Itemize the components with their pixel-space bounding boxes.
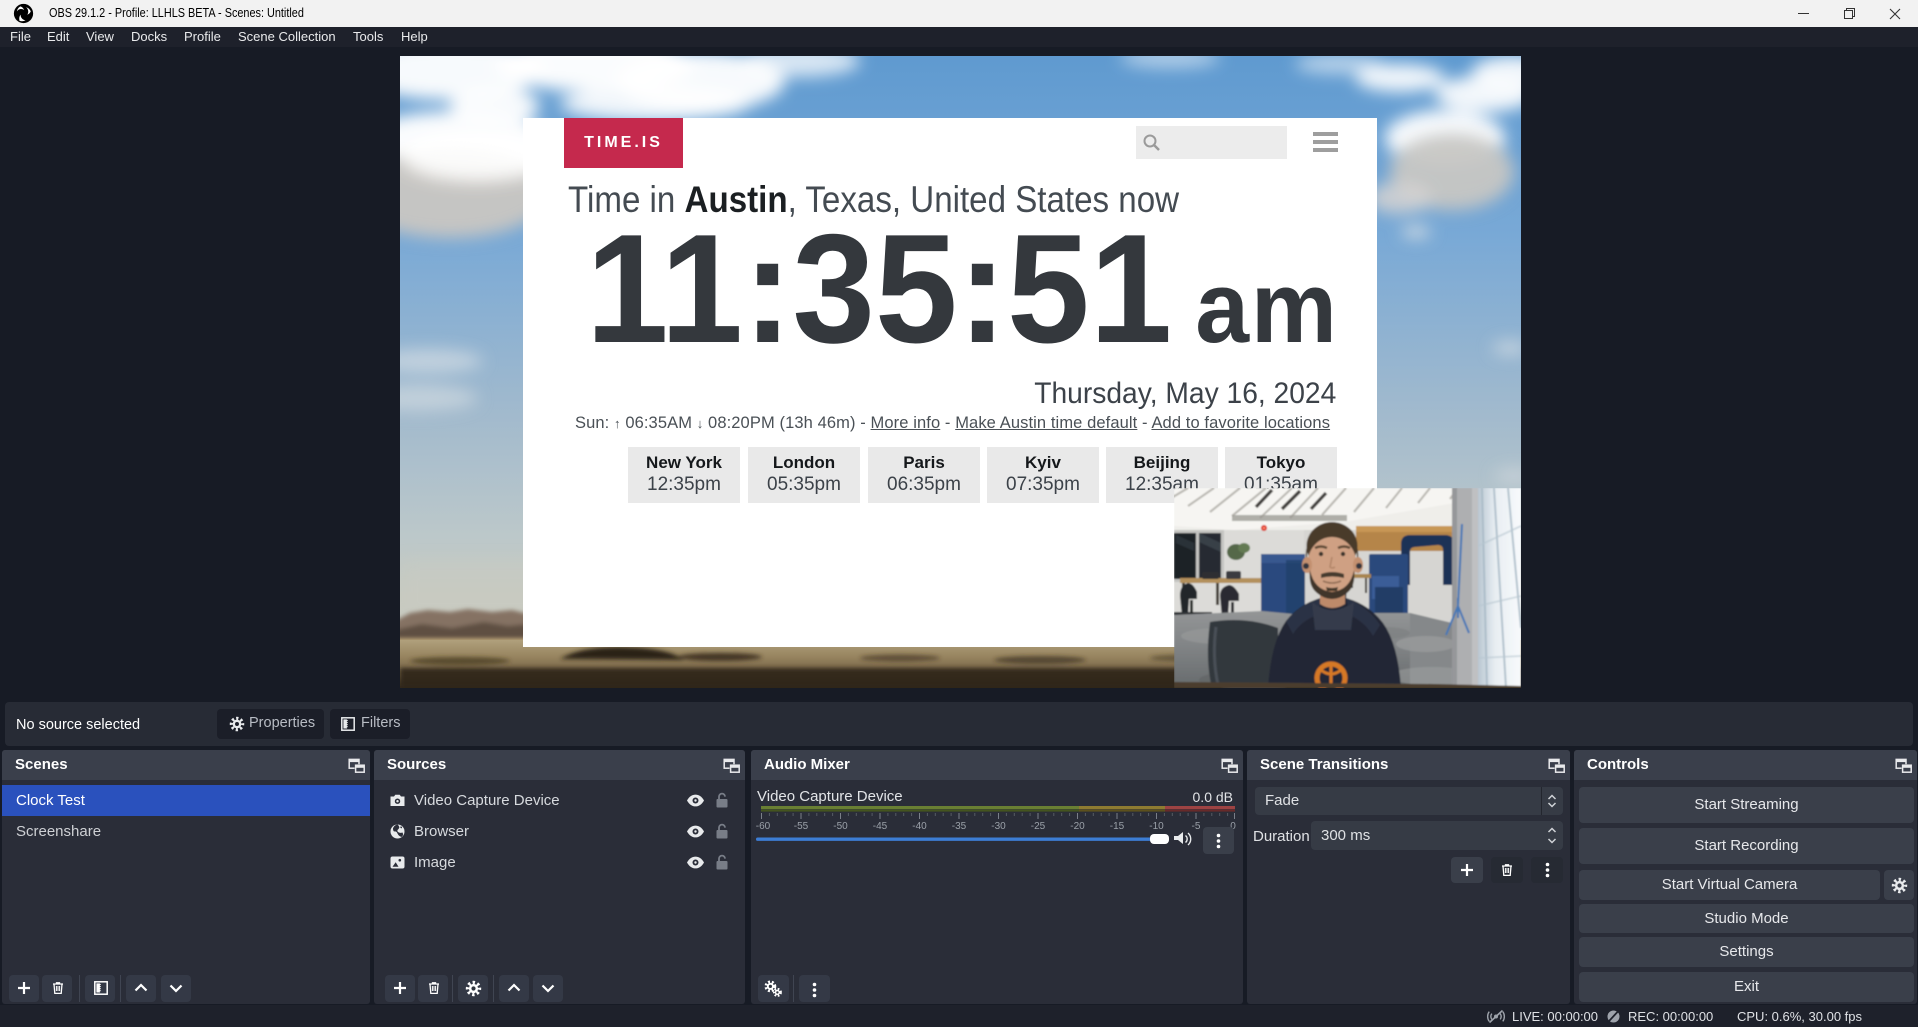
svg-text:-20: -20: [1070, 821, 1085, 832]
svg-text:-40: -40: [912, 821, 927, 832]
svg-text:-5: -5: [1192, 821, 1201, 832]
svg-text:-45: -45: [873, 821, 888, 832]
svg-text:-50: -50: [833, 821, 848, 832]
svg-text:-25: -25: [1031, 821, 1046, 832]
svg-text:-55: -55: [794, 821, 809, 832]
svg-text:-10: -10: [1149, 821, 1164, 832]
svg-text:-60: -60: [756, 821, 771, 832]
svg-text:-15: -15: [1110, 821, 1125, 832]
svg-text:-30: -30: [991, 821, 1006, 832]
svg-text:-35: -35: [952, 821, 967, 832]
